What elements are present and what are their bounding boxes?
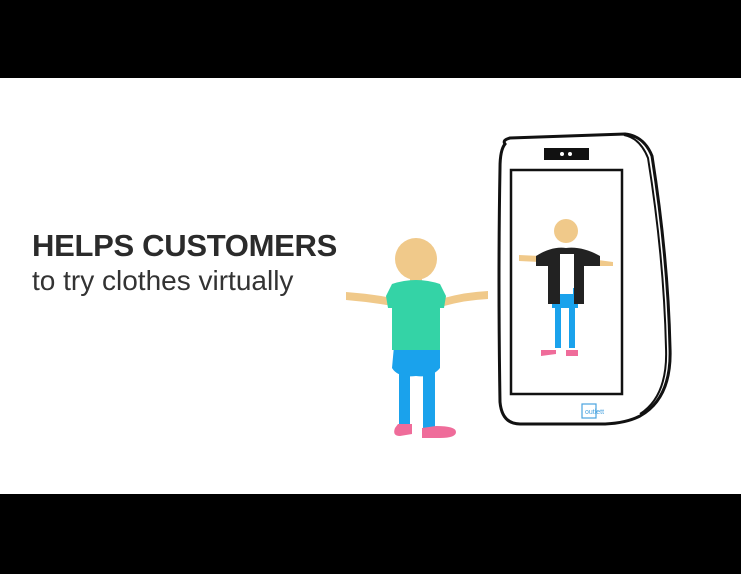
kiosk-mirror-icon: outlett — [497, 132, 672, 426]
camera-icon — [544, 148, 589, 160]
illustration: outlett — [346, 132, 672, 438]
person-figure-icon — [346, 238, 488, 438]
logo-text: outlett — [585, 409, 604, 416]
video-frame: HELPS CUSTOMERS to try clothes virtually — [0, 0, 741, 574]
slide-canvas: HELPS CUSTOMERS to try clothes virtually — [0, 78, 741, 494]
